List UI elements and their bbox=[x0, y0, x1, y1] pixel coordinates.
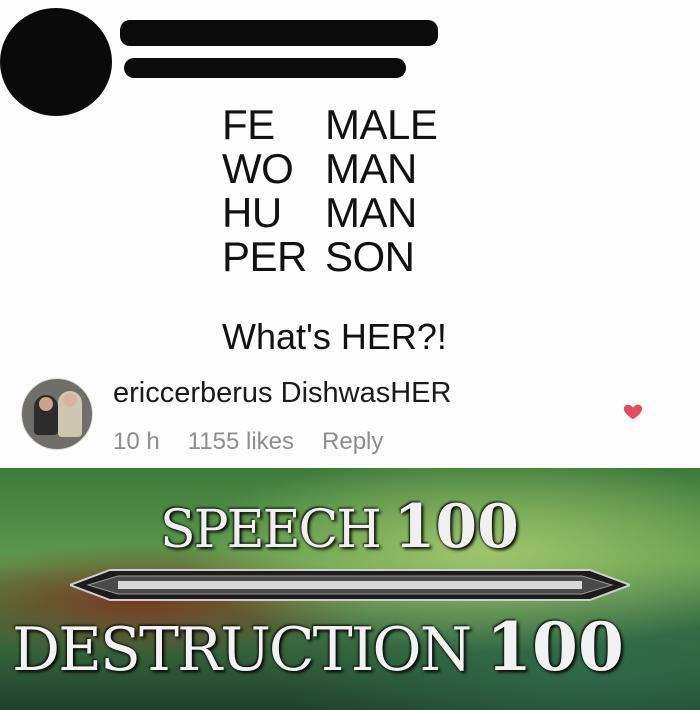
comment-body: ericcerberus DishwasHER bbox=[113, 377, 451, 410]
comment-text: DishwasHER bbox=[280, 377, 452, 409]
grid-suffix: SON bbox=[325, 233, 415, 280]
grid-prefix: WO bbox=[222, 145, 294, 192]
grid-suffix: MAN bbox=[325, 145, 417, 192]
redacted-avatar bbox=[0, 8, 112, 116]
grid-suffix: MALE bbox=[325, 101, 438, 148]
comment-username[interactable]: ericcerberus bbox=[113, 377, 273, 409]
speech-skill-row: SPEECH 100 bbox=[160, 492, 519, 562]
skill-banner: SPEECH 100 DESTRUCTION 100 bbox=[0, 468, 700, 710]
destruction-level: 100 bbox=[486, 608, 624, 686]
comment-time: 10 h bbox=[113, 428, 160, 455]
reply-button[interactable]: Reply bbox=[322, 428, 383, 456]
comment-likes[interactable]: 1155 likes bbox=[188, 428, 294, 456]
speech-label: SPEECH bbox=[160, 500, 382, 560]
grid-prefix: PER bbox=[222, 233, 307, 280]
destruction-label: DESTRUCTION bbox=[12, 615, 472, 685]
redacted-handle bbox=[124, 58, 406, 78]
speech-level: 100 bbox=[393, 492, 519, 562]
grid-prefix: FE bbox=[222, 101, 275, 148]
redacted-name bbox=[120, 20, 438, 46]
skill-bar bbox=[70, 569, 630, 601]
destruction-skill-row: DESTRUCTION 100 bbox=[12, 608, 624, 686]
comment-meta: 10 h 1155 likes Reply bbox=[113, 428, 383, 456]
comment-avatar[interactable] bbox=[21, 378, 93, 450]
word-grid: FE MALE WO MAN HU MAN PER SON bbox=[222, 103, 455, 279]
post-question: What's HER?! bbox=[222, 316, 447, 357]
grid-prefix: HU bbox=[222, 189, 282, 236]
heart-icon[interactable] bbox=[622, 400, 644, 422]
post-card: FE MALE WO MAN HU MAN PER SON What's HER… bbox=[0, 0, 700, 468]
grid-suffix: MAN bbox=[325, 189, 417, 236]
